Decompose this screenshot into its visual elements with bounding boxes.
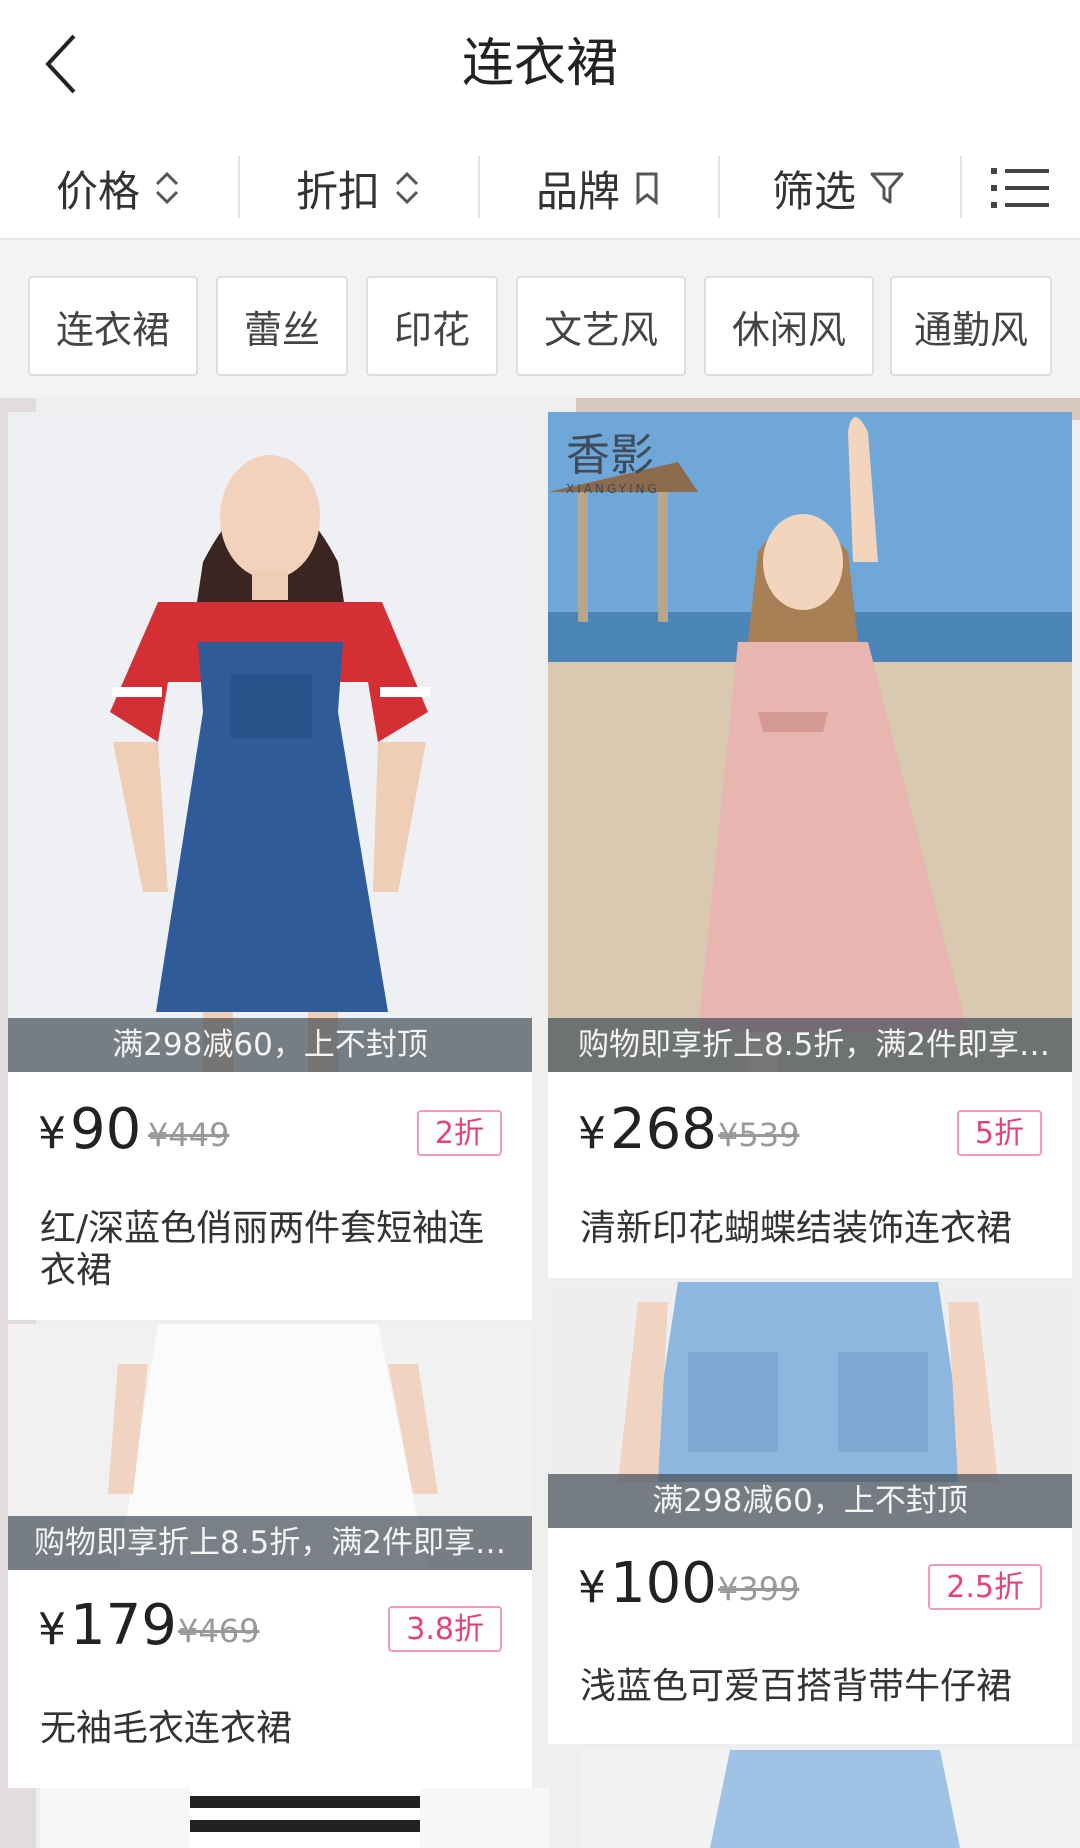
product-feed: 满298减60，上不封顶 ¥90 ¥449 2折 红/深蓝色俏丽两件套短袖连衣裙… <box>0 398 1080 1848</box>
sort-price-label: 价格 <box>55 166 140 216</box>
brand-button[interactable]: 品牌 <box>480 138 718 238</box>
discount-badge: 2折 <box>416 1110 502 1156</box>
brand-logo: 香影 XIANGYING <box>566 430 696 506</box>
next-product-image[interactable] <box>40 1788 550 1848</box>
product-name: 无袖毛衣连衣裙 <box>40 1708 293 1749</box>
price-row: ¥100 ¥399 2.5折 <box>548 1544 1072 1624</box>
product-image[interactable]: 香影 XIANGYING 购物即享折上8.5折，满2件即享… <box>548 412 1072 1072</box>
product-card[interactable]: 满298减60，上不封顶 ¥100 ¥399 2.5折 浅蓝色可爱百搭背带牛仔裙 <box>548 1282 1072 1744</box>
promo-banner: 满298减60，上不封顶 <box>548 1474 1072 1528</box>
next-product-image[interactable] <box>580 1750 1080 1848</box>
tag-chip[interactable]: 印花 <box>366 276 498 376</box>
promo-banner: 满298减60，上不封顶 <box>8 1018 532 1072</box>
sort-discount-label: 折扣 <box>295 166 380 216</box>
currency-symbol: ¥ <box>38 1108 66 1159</box>
product-image[interactable]: 满298减60，上不封顶 <box>548 1282 1072 1528</box>
price-row: ¥268 ¥539 5折 <box>548 1090 1072 1170</box>
category-tag-bar: 连衣裙 蕾丝 印花 文艺风 休闲风 通勤风 <box>0 240 1080 398</box>
product-image[interactable]: 满298减60，上不封顶 <box>8 412 532 1072</box>
original-price: ¥469 <box>178 1612 260 1650</box>
original-price: ¥449 <box>148 1116 230 1154</box>
current-price-value: 179 <box>70 1593 177 1658</box>
list-view-toggle[interactable] <box>962 138 1080 238</box>
current-price: ¥268 <box>578 1097 717 1162</box>
sort-discount-button[interactable]: 折扣 <box>240 138 478 238</box>
promo-banner: 购物即享折上8.5折，满2件即享… <box>548 1018 1072 1072</box>
currency-symbol: ¥ <box>578 1562 606 1613</box>
current-price: ¥179 <box>38 1593 177 1658</box>
current-price: ¥100 <box>578 1551 717 1616</box>
discount-badge: 3.8折 <box>388 1606 502 1652</box>
product-card[interactable]: 满298减60，上不封顶 ¥90 ¥449 2折 红/深蓝色俏丽两件套短袖连衣裙 <box>8 412 532 1320</box>
sort-toggle-icon <box>155 171 179 205</box>
filter-button[interactable]: 筛选 <box>720 138 958 238</box>
product-card[interactable]: 香影 XIANGYING 购物即享折上8.5折，满2件即享… ¥268 ¥539… <box>548 412 1072 1278</box>
product-name: 红/深蓝色俏丽两件套短袖连衣裙 <box>40 1208 485 1291</box>
brand-logo-text: 香影 <box>566 430 654 481</box>
top-nav-bar: 连衣裙 <box>0 0 1080 128</box>
currency-symbol: ¥ <box>578 1108 606 1159</box>
funnel-icon <box>870 172 904 204</box>
discount-badge: 2.5折 <box>928 1564 1042 1610</box>
tag-chip[interactable]: 通勤风 <box>890 276 1052 376</box>
list-view-icon <box>991 168 1049 208</box>
product-card[interactable]: 购物即享折上8.5折，满2件即享… ¥179 ¥469 3.8折 无袖毛衣连衣裙 <box>8 1324 532 1788</box>
promo-banner: 购物即享折上8.5折，满2件即享… <box>8 1516 532 1570</box>
tag-chip[interactable]: 蕾丝 <box>216 276 348 376</box>
current-price: ¥90 <box>38 1097 141 1162</box>
tag-chip[interactable]: 连衣裙 <box>28 276 198 376</box>
product-image[interactable]: 购物即享折上8.5折，满2件即享… <box>8 1324 532 1570</box>
tag-chip[interactable]: 休闲风 <box>704 276 874 376</box>
brand-label: 品牌 <box>535 166 620 216</box>
page-title: 连衣裙 <box>461 34 618 94</box>
product-name: 清新印花蝴蝶结装饰连衣裙 <box>580 1208 1013 1249</box>
product-name: 浅蓝色可爱百搭背带牛仔裙 <box>580 1666 1013 1707</box>
price-row: ¥179 ¥469 3.8折 <box>8 1586 532 1666</box>
brand-logo-subtext: XIANGYING <box>566 482 660 496</box>
bookmark-icon <box>636 172 658 206</box>
currency-symbol: ¥ <box>38 1604 66 1655</box>
sort-filter-bar: 价格 折扣 品牌 筛选 <box>0 138 1080 240</box>
tag-chip[interactable]: 文艺风 <box>516 276 686 376</box>
sort-price-button[interactable]: 价格 <box>0 138 238 238</box>
filter-label: 筛选 <box>771 166 856 216</box>
current-price-value: 90 <box>70 1097 142 1162</box>
current-price-value: 100 <box>610 1551 717 1616</box>
original-price: ¥539 <box>718 1116 800 1154</box>
current-price-value: 268 <box>610 1097 717 1162</box>
sort-toggle-icon <box>395 171 419 205</box>
discount-badge: 5折 <box>956 1110 1042 1156</box>
original-price: ¥399 <box>718 1570 800 1608</box>
price-row: ¥90 ¥449 2折 <box>8 1090 532 1170</box>
